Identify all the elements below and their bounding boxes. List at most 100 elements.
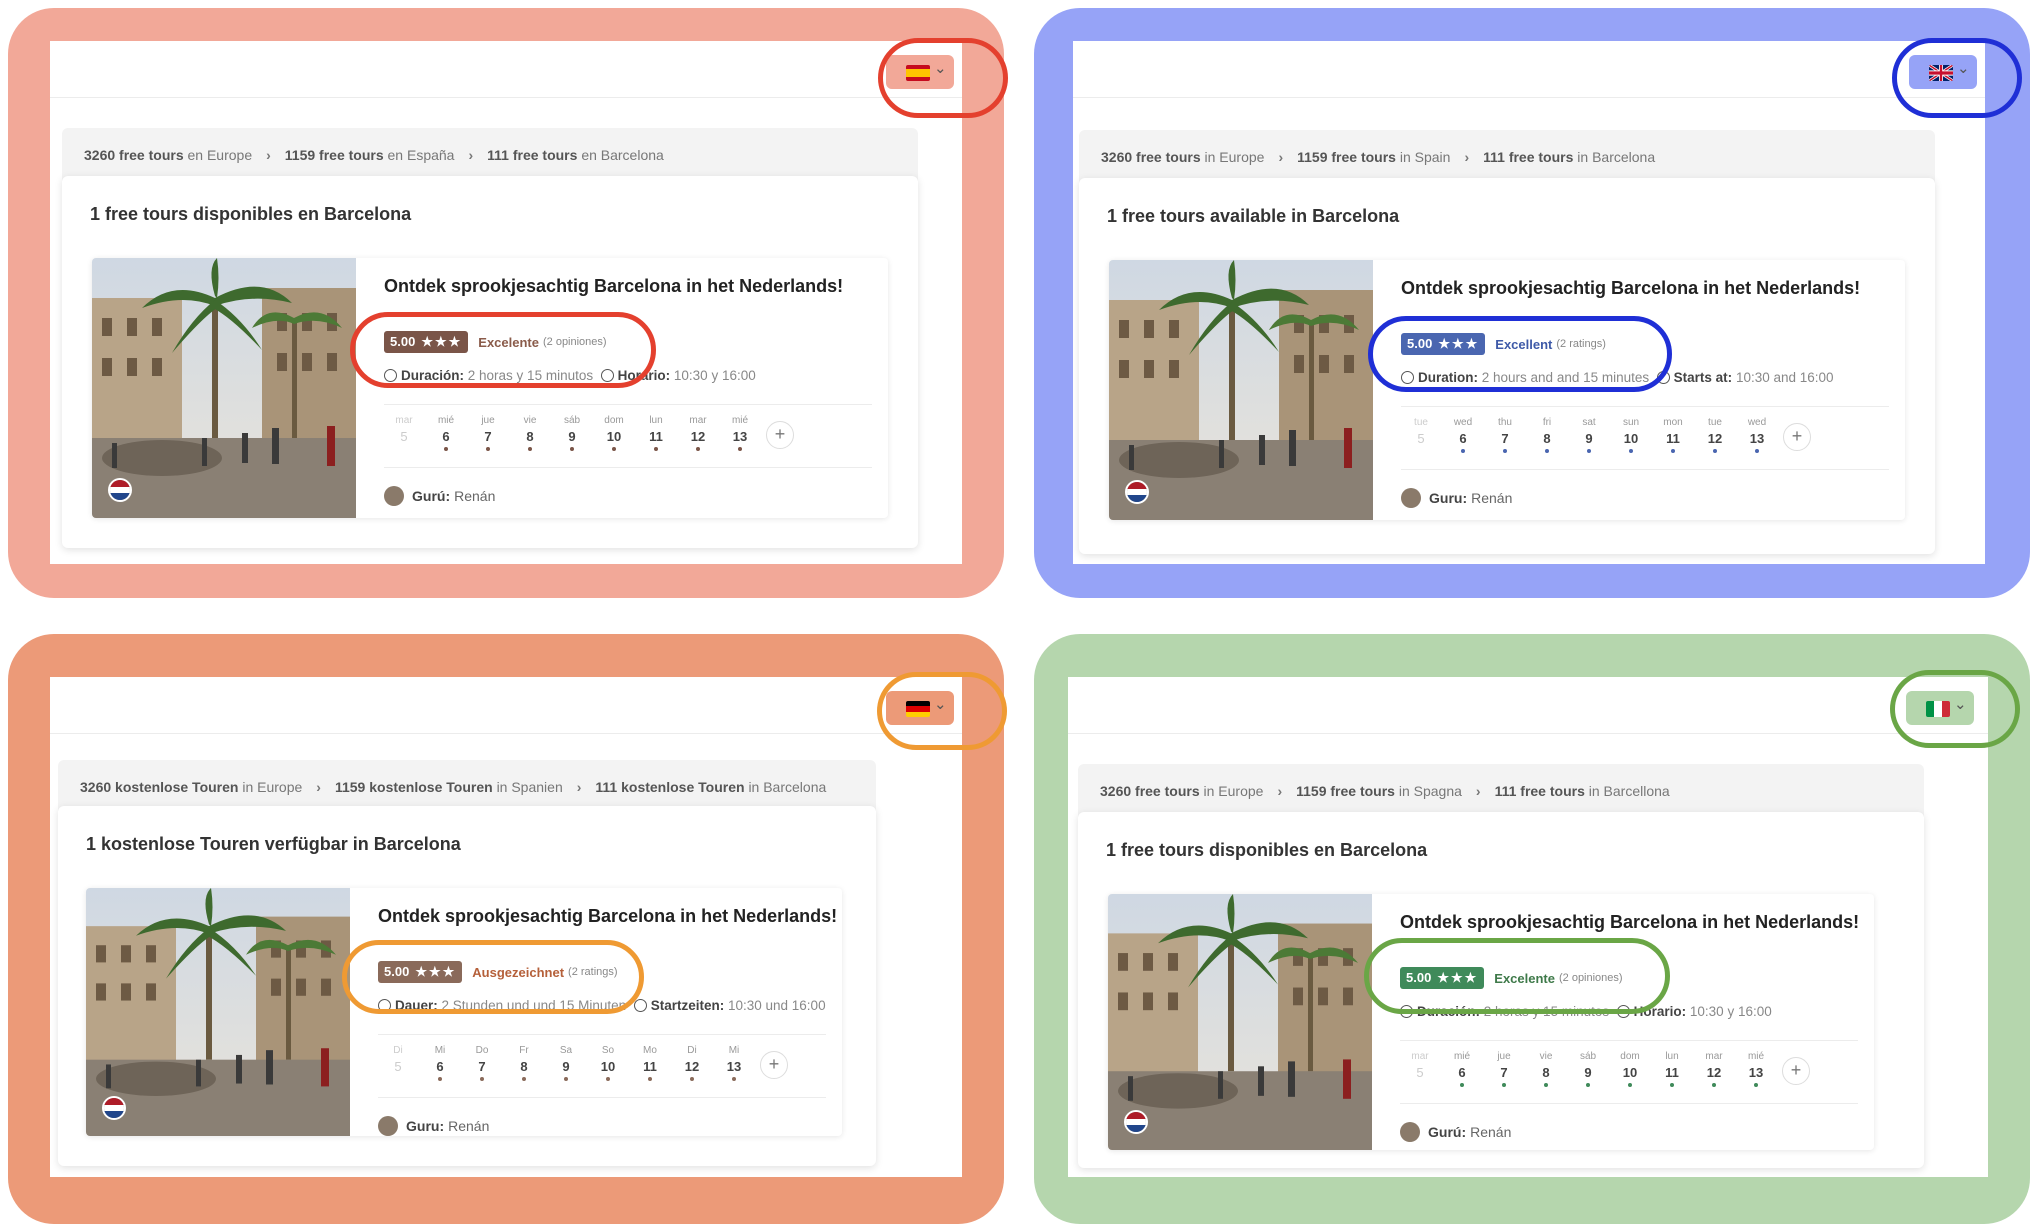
calendar-day[interactable]: Mi 13 — [714, 1045, 754, 1081]
top-navbar: ⌄ — [1073, 41, 1985, 98]
day-name: Sa — [559, 1045, 573, 1056]
calendar-day[interactable]: jue 7 — [1484, 1051, 1524, 1087]
availability-dot — [522, 1077, 526, 1081]
breadcrumb-link[interactable]: 111 kostenlose Touren in Barcelona — [595, 779, 826, 795]
tour-photo[interactable] — [86, 888, 350, 1136]
duration-value: 2 horas y 15 minutos — [1483, 1004, 1610, 1019]
availability-dot — [654, 447, 658, 451]
calendar-day[interactable]: Do 7 — [462, 1045, 502, 1081]
calendar-day[interactable]: mié 13 — [1736, 1051, 1776, 1087]
calendar-day[interactable]: tue 12 — [1695, 417, 1735, 453]
calendar-day[interactable]: mar 12 — [1694, 1051, 1734, 1087]
breadcrumb-link[interactable]: 1159 kostenlose Touren in Spanien — [335, 779, 563, 795]
language-selector[interactable]: ⌄ — [1906, 691, 1974, 725]
calendar-day[interactable]: fri 8 — [1527, 417, 1567, 453]
tour-title[interactable]: Ontdek sprookjesachtig Barcelona in het … — [1401, 278, 1860, 299]
tour-title[interactable]: Ontdek sprookjesachtig Barcelona in het … — [384, 276, 843, 297]
tour-details: Dauer: 2 Stunden und und 15 Minuten Star… — [378, 998, 826, 1013]
guide-info: Gurú: Renán — [1400, 1122, 1511, 1142]
guide-name[interactable]: Renán — [1470, 1124, 1511, 1140]
calendar-day[interactable]: mon 11 — [1653, 417, 1693, 453]
clock-icon — [1616, 1005, 1630, 1018]
breadcrumb-link[interactable]: 3260 free tours in Europe — [1101, 149, 1264, 165]
day-number: 8 — [1543, 431, 1551, 446]
guide-name[interactable]: Renán — [454, 488, 495, 504]
breadcrumb-link[interactable]: 111 free tours in Barcelona — [1483, 149, 1655, 165]
tour-photo[interactable] — [1108, 894, 1372, 1150]
calendar-day[interactable]: mié 6 — [1442, 1051, 1482, 1087]
day-name: mon — [1663, 417, 1683, 428]
schedule-value: 10:30 und 16:00 — [727, 998, 826, 1013]
day-name: tue — [1708, 417, 1722, 428]
day-number: 7 — [1501, 431, 1509, 446]
calendar-day[interactable]: wed 6 — [1443, 417, 1483, 453]
more-dates-button[interactable]: + — [766, 421, 794, 449]
day-name: lun — [649, 415, 663, 426]
calendar-day[interactable]: jue 7 — [468, 415, 508, 451]
more-dates-button[interactable]: + — [1783, 423, 1811, 451]
tour-photo[interactable] — [92, 258, 356, 518]
calendar-day[interactable]: thu 7 — [1485, 417, 1525, 453]
chevron-down-icon: ⌄ — [1957, 60, 1970, 77]
availability-heading: 1 kostenlose Touren verfügbar in Barcelo… — [86, 834, 461, 854]
calendar-day[interactable]: lun 11 — [1652, 1051, 1692, 1087]
tour-card[interactable]: Ontdek sprookjesachtig Barcelona in het … — [92, 258, 888, 518]
calendar-day[interactable]: mié 13 — [720, 415, 760, 451]
calendar-day[interactable]: vie 8 — [510, 415, 550, 451]
breadcrumb-link[interactable]: 1159 free tours en España — [285, 147, 455, 163]
breadcrumb-link[interactable]: 3260 free tours in Europe — [1100, 783, 1263, 799]
calendar-day[interactable]: sáb 9 — [552, 415, 592, 451]
tour-card[interactable]: Ontdek sprookjesachtig Barcelona in het … — [1108, 894, 1874, 1150]
language-selector[interactable]: ⌄ — [1909, 55, 1977, 89]
tour-card[interactable]: Ontdek sprookjesachtig Barcelona in het … — [1109, 260, 1905, 520]
availability-dot — [1755, 449, 1759, 453]
day-number: 7 — [484, 429, 492, 444]
clock-icon — [600, 369, 614, 382]
calendar-day[interactable]: sun 10 — [1611, 417, 1651, 453]
day-number: 9 — [1584, 1065, 1592, 1080]
availability-dot — [444, 447, 448, 451]
calendar-day[interactable]: Mi 6 — [420, 1045, 460, 1081]
breadcrumb-link[interactable]: 3260 kostenlose Touren in Europe — [80, 779, 302, 795]
more-dates-button[interactable]: + — [1782, 1057, 1810, 1085]
availability-heading: 1 free tours disponibles en Barcelona — [90, 204, 412, 224]
guide-name[interactable]: Renán — [448, 1118, 489, 1134]
calendar-day[interactable]: Di 12 — [672, 1045, 712, 1081]
date-picker: mar 5 mié 6 jue 7 vie 8 sáb 9 dom 10 lun 11 mar 12 mié 13… — [384, 404, 872, 468]
schedule-label: Horario: — [1633, 1004, 1687, 1019]
breadcrumb-link[interactable]: 3260 free tours en Europe — [84, 147, 252, 163]
availability-dot — [1712, 1083, 1716, 1087]
calendar-day[interactable]: lun 11 — [636, 415, 676, 451]
day-name: tue — [1414, 417, 1428, 428]
language-selector[interactable]: ⌄ — [886, 691, 954, 725]
tour-title[interactable]: Ontdek sprookjesachtig Barcelona in het … — [378, 906, 837, 927]
calendar-day[interactable]: sat 9 — [1569, 417, 1609, 453]
schedule-label: Startzeiten: — [650, 998, 725, 1013]
breadcrumb-link[interactable]: 111 free tours in Barcellona — [1495, 783, 1670, 799]
breadcrumb-link[interactable]: 111 free tours en Barcelona — [487, 147, 664, 163]
calendar-day[interactable]: Sa 9 — [546, 1045, 586, 1081]
availability-dot — [738, 447, 742, 451]
breadcrumb-link[interactable]: 1159 free tours in Spain — [1297, 149, 1450, 165]
more-dates-button[interactable]: + — [760, 1051, 788, 1079]
language-selector[interactable]: ⌄ — [886, 55, 954, 89]
calendar-day[interactable]: mar 12 — [678, 415, 718, 451]
guide-name[interactable]: Renán — [1471, 490, 1512, 506]
day-number: 13 — [1749, 431, 1765, 446]
availability-dot — [606, 1077, 610, 1081]
tour-photo[interactable] — [1109, 260, 1373, 520]
tour-card[interactable]: Ontdek sprookjesachtig Barcelona in het … — [86, 888, 842, 1136]
day-name: sáb — [563, 415, 581, 426]
rating-count: (2 ratings) — [568, 966, 618, 978]
calendar-day[interactable]: mié 6 — [426, 415, 466, 451]
calendar-day[interactable]: Fr 8 — [504, 1045, 544, 1081]
calendar-day[interactable]: sáb 9 — [1568, 1051, 1608, 1087]
calendar-day[interactable]: vie 8 — [1526, 1051, 1566, 1087]
calendar-day[interactable]: Mo 11 — [630, 1045, 670, 1081]
tour-title[interactable]: Ontdek sprookjesachtig Barcelona in het … — [1400, 912, 1859, 933]
breadcrumb-link[interactable]: 1159 free tours in Spagna — [1296, 783, 1462, 799]
calendar-day[interactable]: So 10 — [588, 1045, 628, 1081]
calendar-day[interactable]: dom 10 — [594, 415, 634, 451]
calendar-day[interactable]: dom 10 — [1610, 1051, 1650, 1087]
calendar-day[interactable]: wed 13 — [1737, 417, 1777, 453]
